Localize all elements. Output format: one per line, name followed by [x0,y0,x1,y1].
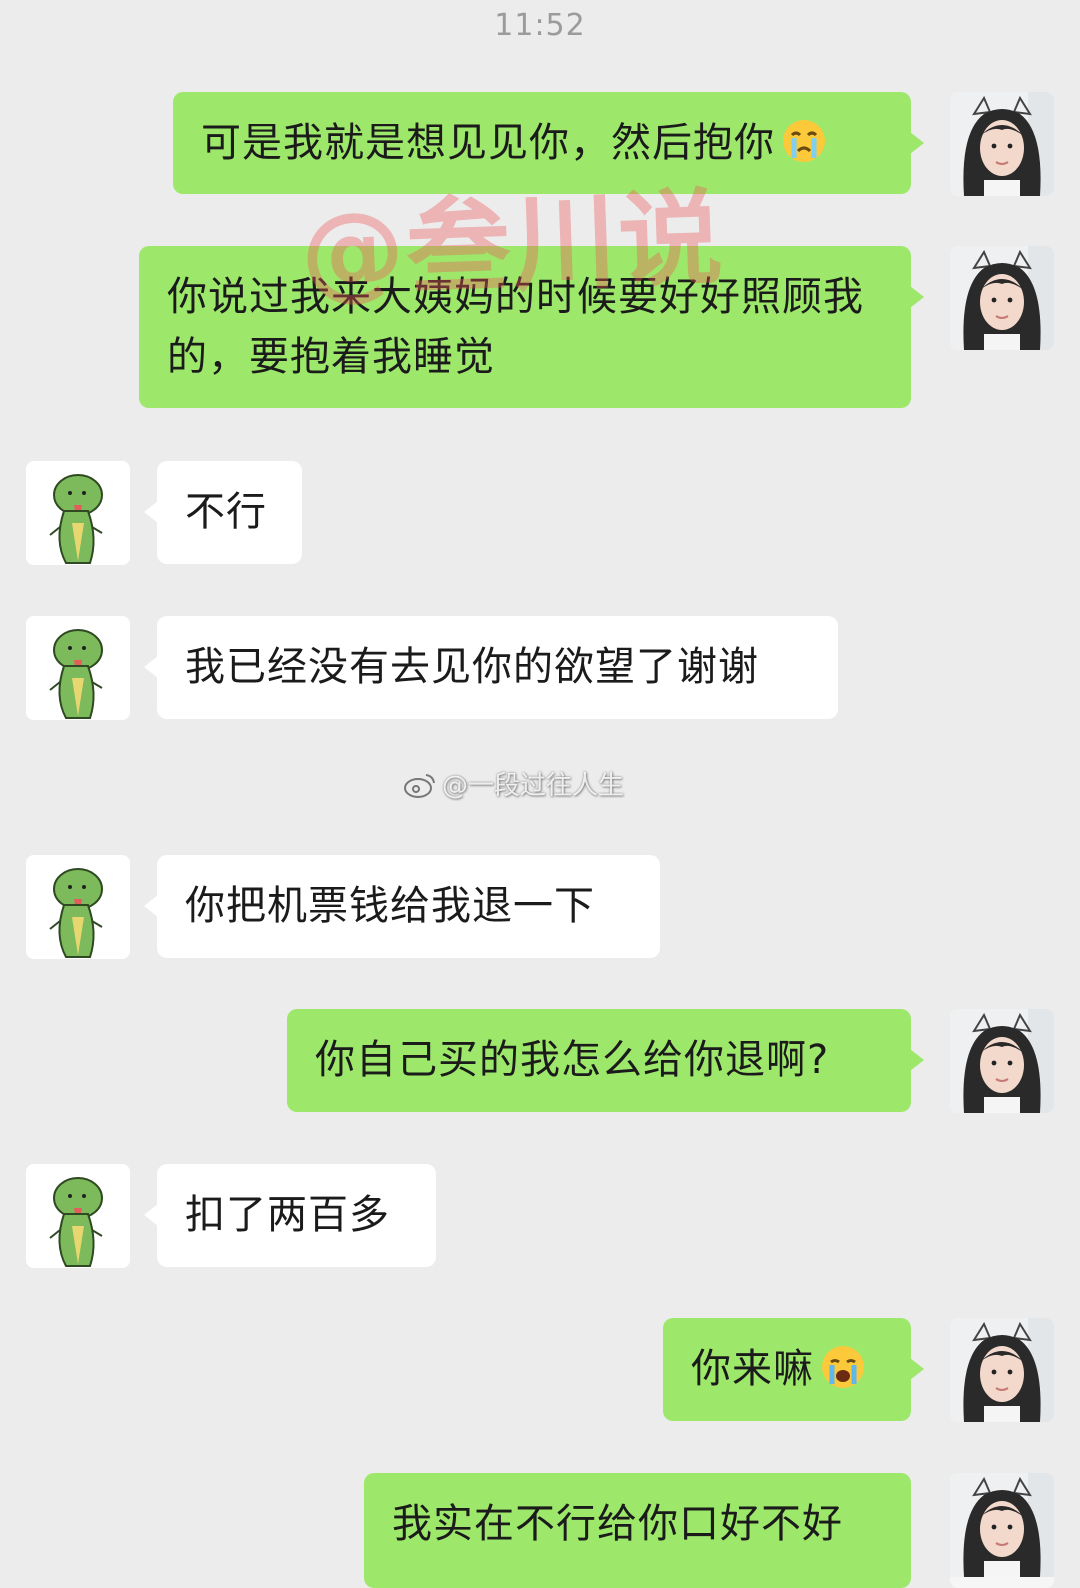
dinosaur-avatar[interactable] [26,1164,130,1268]
crying-face-icon [783,120,825,162]
message-text: 你来嘛 [691,1346,814,1392]
weibo-watermark-text: @一段过往人生 [442,771,625,801]
message-bubble-received[interactable]: 你把机票钱给我退一下 [144,855,660,958]
dinosaur-avatar[interactable] [26,616,130,720]
girl-avatar[interactable] [950,92,1054,196]
weibo-icon [404,774,435,798]
message-bubble-sent[interactable]: 你自己买的我怎么给你退啊? [287,1009,924,1112]
message-bubble-sent[interactable]: 你来嘛 [663,1318,924,1421]
dinosaur-avatar[interactable] [26,461,130,565]
loudly-crying-face-icon [822,1346,864,1388]
watermark-text: @叁川说 [298,176,727,314]
girl-avatar[interactable] [950,1009,1054,1113]
dinosaur-avatar[interactable] [26,855,130,959]
message-bubble-received[interactable]: 扣了两百多 [144,1164,436,1267]
message-text: 不行 [185,489,267,535]
message-text: 扣了两百多 [185,1192,390,1238]
message-text: 你自己买的我怎么给你退啊? [315,1037,830,1083]
message-bubble-received[interactable]: 我已经没有去见你的欲望了谢谢 [144,616,838,719]
girl-avatar[interactable] [950,246,1054,350]
girl-avatar[interactable] [950,1473,1054,1588]
message-bubble-sent[interactable]: 我实在不行给你口好不好 [364,1473,911,1588]
timestamp: 11:52 [494,8,586,43]
weibo-watermark: @一段过往人生 [402,765,624,802]
message-text: 我已经没有去见你的欲望了谢谢 [185,644,759,690]
message-bubble-received[interactable]: 不行 [144,461,302,564]
girl-avatar[interactable] [950,1318,1054,1422]
message-text: 我实在不行给你口好不好 [392,1501,843,1547]
message-text: 你把机票钱给我退一下 [185,883,595,929]
